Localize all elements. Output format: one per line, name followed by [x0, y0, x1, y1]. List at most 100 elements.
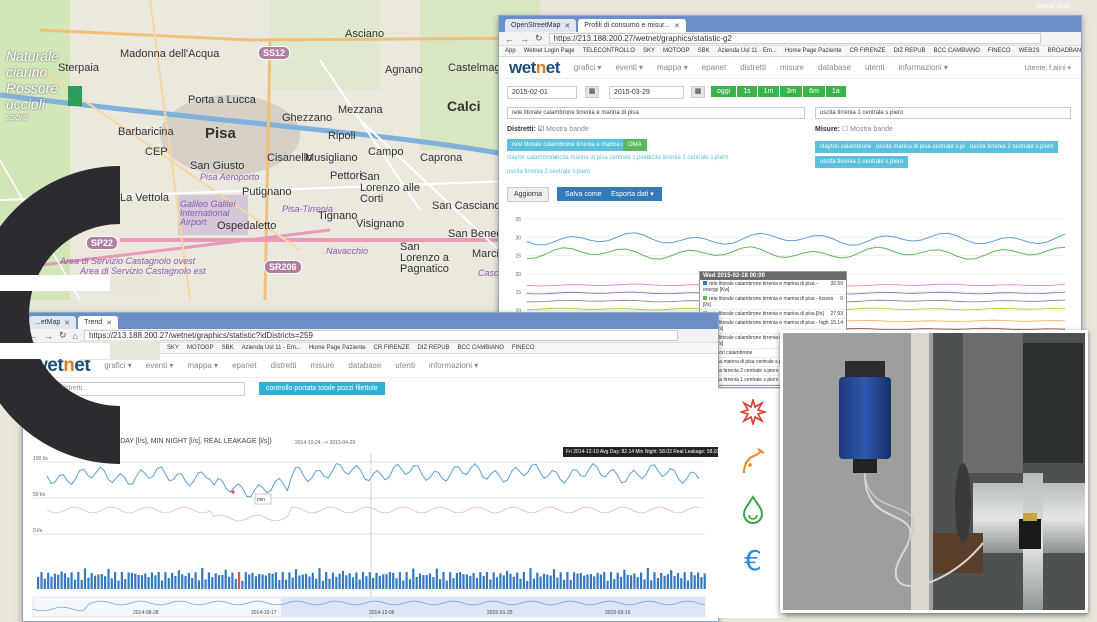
url-field[interactable]: https://213.188.200.27/wetnet/graphics/s… — [83, 330, 678, 341]
nav-item[interactable]: epanet — [702, 63, 726, 72]
leakage-bar — [305, 573, 308, 589]
leakage-bar — [603, 572, 606, 589]
reload-icon[interactable]: ↻ — [535, 33, 543, 44]
measure-select[interactable]: uscita tirrenia 1 centrale s.piero — [815, 107, 1071, 119]
leakage-bar — [224, 569, 227, 589]
event-marker[interactable] — [231, 490, 235, 494]
user-menu[interactable]: Utente: f.alini ▾ — [1025, 64, 1071, 72]
nav-item[interactable]: mappa ▾ — [657, 63, 688, 72]
bookmark-item[interactable]: BROADBAND — [1048, 48, 1081, 54]
leakage-bar — [147, 577, 150, 589]
bookmark-item[interactable]: DIZ REPUB — [418, 345, 450, 351]
bookmark-item[interactable]: Azienda Usl 11 - Em... — [718, 48, 777, 54]
leakage-bar — [217, 575, 221, 589]
date-to-input[interactable]: 2015-03-29 — [609, 86, 684, 99]
district-chip-oma[interactable]: OMA — [623, 139, 647, 151]
nav-item[interactable]: informazioni ▾ — [429, 361, 478, 370]
bookmark-item[interactable]: DIZ REPUB — [894, 48, 926, 54]
map-label-mezzana: Mezzana — [338, 104, 383, 116]
district-select[interactable]: rete litorale calambrone tirrenia e mari… — [507, 107, 805, 119]
measure-chip[interactable]: claytori calambrone — [815, 141, 878, 153]
trend-chart[interactable]: 100 l/s50 l/s0 l/smin2014-08-28 2014-10-1… — [23, 444, 719, 622]
bookmark-item[interactable]: MOTOGP — [663, 48, 690, 54]
nav-item[interactable]: misure — [310, 361, 334, 370]
pressure-sensor-photo — [780, 330, 1088, 613]
nav-item[interactable]: eventi ▾ — [615, 63, 643, 72]
bookmark-item[interactable]: FINECO — [512, 345, 535, 351]
nav-item[interactable]: utenti — [865, 63, 885, 72]
period-button[interactable]: 6m — [803, 86, 825, 97]
nav-item[interactable]: mappa ▾ — [187, 361, 218, 370]
calendar-icon[interactable]: ▦ — [585, 86, 599, 98]
bookmark-item[interactable]: CR FIRENZE — [850, 48, 886, 54]
nav-item[interactable]: database — [818, 63, 851, 72]
checkbox-icon[interactable]: ☐ — [842, 126, 848, 133]
nav-item[interactable]: grafici ▾ — [574, 63, 602, 72]
bookmark-item[interactable]: WEB2S — [1019, 48, 1040, 54]
min-label: min — [257, 497, 265, 503]
leakage-bar — [127, 572, 130, 589]
nav-item[interactable]: informazioni ▾ — [899, 63, 948, 72]
leakage-bar — [348, 573, 351, 589]
bookmark-item[interactable]: Home Page Paziente — [785, 48, 842, 54]
bookmark-item[interactable]: App — [505, 48, 516, 54]
leakage-bar — [579, 573, 582, 589]
wetnet-logo[interactable]: wetnet — [509, 58, 560, 78]
measure-chip[interactable]: uscita tirrenia 2 centrale s.piero — [965, 141, 1059, 153]
url-field[interactable]: https://213.188.200.27/wetnet/graphics/s… — [548, 33, 1041, 44]
close-icon[interactable]: ✕ — [674, 22, 680, 30]
leakage-bar — [278, 579, 281, 589]
bookmark-item[interactable]: FINECO — [988, 48, 1011, 54]
period-button[interactable]: oggi — [711, 86, 737, 97]
bookmark-item[interactable]: BCC CAMBIANO — [934, 48, 980, 54]
nav-item[interactable]: distretti — [271, 361, 297, 370]
nav-item[interactable]: database — [348, 361, 381, 370]
nav-item[interactable]: utenti — [395, 361, 415, 370]
bookmark-item[interactable]: TELECONTROLLO — [583, 48, 635, 54]
tab-openstreetmap[interactable]: OpenStreetMap ✕ — [505, 19, 577, 32]
leakage-bar — [234, 578, 237, 589]
date-from-input[interactable]: 2015-02-01 — [507, 86, 577, 99]
period-button[interactable]: 1a — [825, 86, 846, 97]
district-link[interactable]: claytor calambrone — [507, 155, 558, 161]
measure-chip[interactable]: uscita marina di pisa centrale s.piero — [871, 141, 979, 153]
calendar-icon[interactable]: ▦ — [691, 86, 705, 98]
update-button[interactable]: Aggiorna — [507, 187, 550, 202]
measure-chip[interactable]: uscita tirrenia 1 centrale s.piero — [815, 156, 909, 168]
leakage-bar — [455, 572, 458, 589]
period-button[interactable]: 1s — [737, 86, 757, 97]
nav-item[interactable]: misure — [780, 63, 804, 72]
back-icon[interactable]: ← — [505, 34, 514, 44]
bookmark-item[interactable]: Home Page Paziente — [309, 345, 366, 351]
leakage-bar — [690, 572, 693, 589]
period-button[interactable]: 1m — [757, 86, 780, 97]
district-button[interactable]: controllo portata totale pozzi filettole — [259, 382, 385, 395]
bookmark-item[interactable]: SKY — [167, 345, 179, 351]
nav-item[interactable]: epanet — [232, 361, 256, 370]
checkbox-icon[interactable]: ☑ — [538, 126, 544, 133]
bookmark-item[interactable]: BCC CAMBIANO — [458, 345, 504, 351]
bookmark-item[interactable]: CR FIRENZE — [374, 345, 410, 351]
tab-profili[interactable]: Profili di consumo e misur... ✕ — [578, 19, 686, 32]
district-link[interactable]: uscita tirrenia 2 centrale s.piero — [507, 169, 590, 175]
leakage-bar — [254, 576, 257, 589]
leakage-bar — [495, 577, 499, 589]
district-link[interactable]: uscita marina di pisa centrale s.piero — [553, 155, 650, 161]
sensor-photo-drawing — [783, 333, 1085, 610]
leakage-bar — [70, 572, 73, 589]
leakage-bar — [422, 575, 425, 589]
leakage-bar — [351, 577, 355, 589]
close-icon[interactable]: ✕ — [564, 22, 570, 30]
bookmark-item[interactable]: SBK — [222, 345, 234, 351]
period-button[interactable]: 3m — [780, 86, 803, 97]
bookmark-item[interactable]: SBK — [698, 48, 710, 54]
nav-item[interactable]: distretti — [740, 63, 766, 72]
bookmark-item[interactable]: Wetnet Login Page — [524, 48, 575, 54]
bookmark-item[interactable]: SKY — [643, 48, 655, 54]
bookmark-item[interactable]: MOTOGP — [187, 345, 214, 351]
bookmark-item[interactable]: Azienda Usl 11 - Em... — [242, 345, 301, 351]
export-data-button[interactable]: Esporta dati ▾ — [603, 187, 662, 201]
district-link[interactable]: uscita tirrenia 1 centrale s.piero — [645, 155, 728, 161]
leakage-bar — [636, 577, 639, 589]
forward-icon[interactable]: → — [520, 34, 529, 44]
